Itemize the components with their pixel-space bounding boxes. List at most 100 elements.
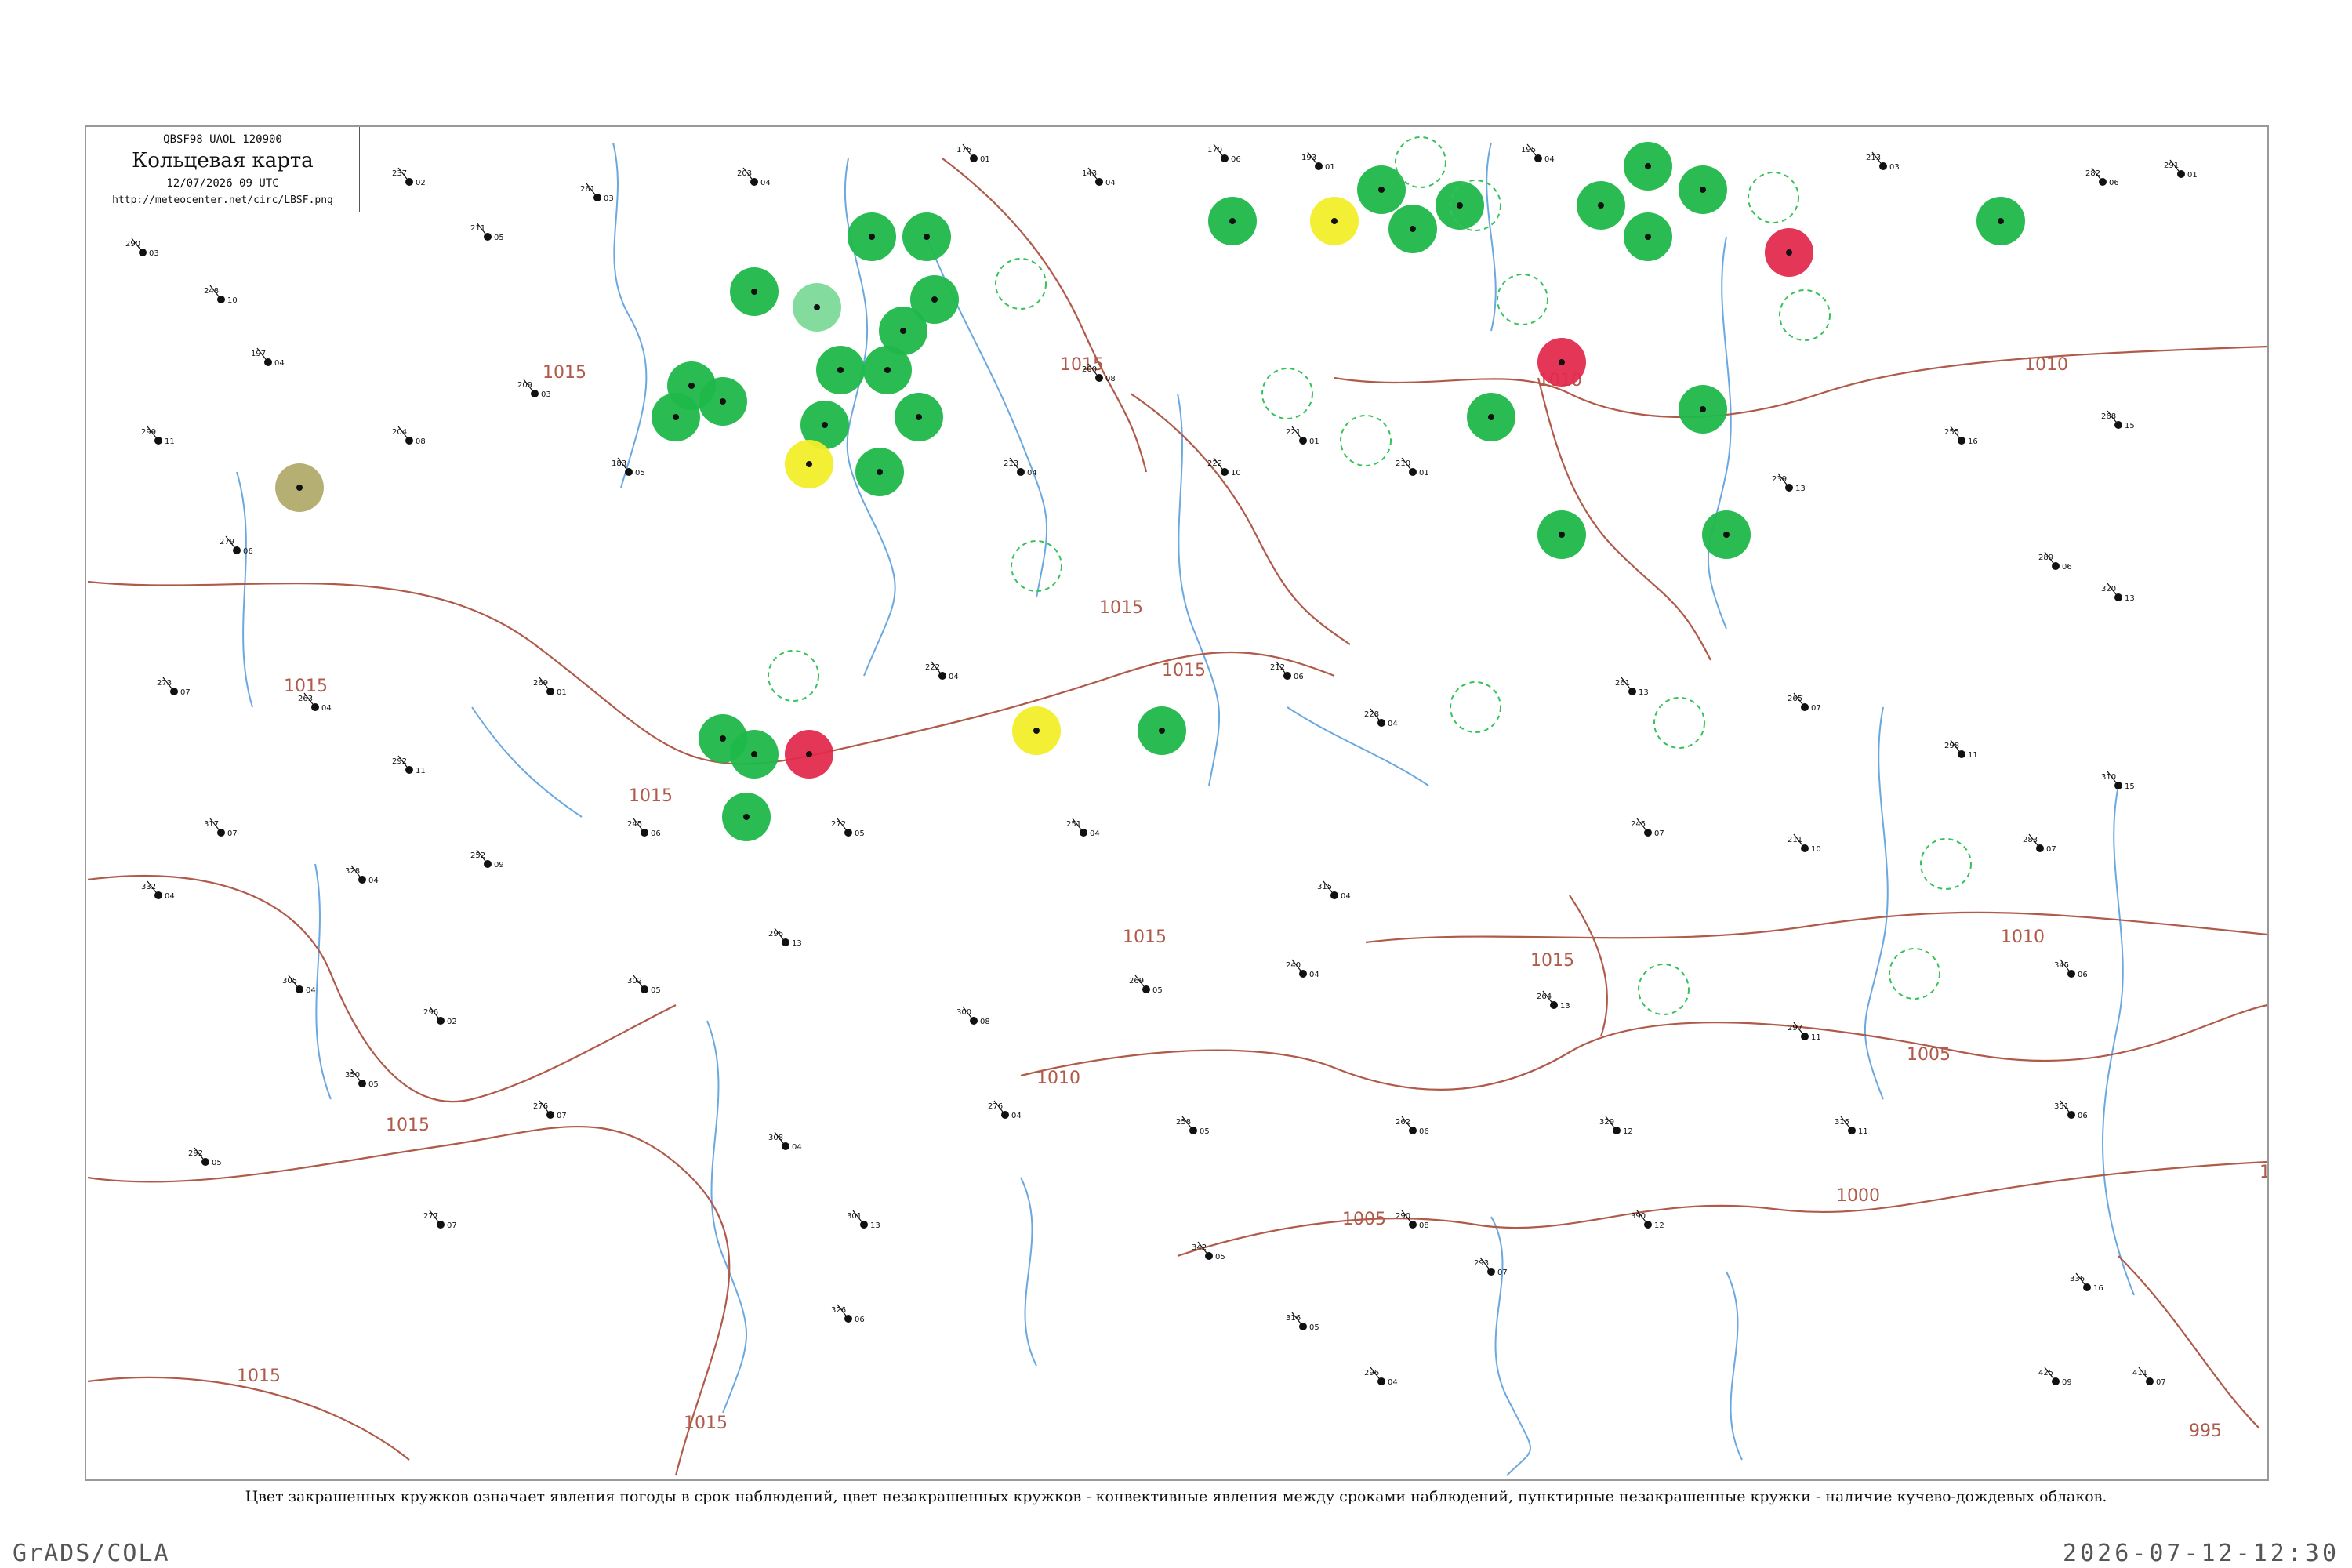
station-plot[interactable]: 221 01 bbox=[1286, 426, 1319, 446]
station-plot[interactable]: 282 06 bbox=[2085, 167, 2119, 187]
station-plot[interactable]: 277 07 bbox=[423, 1210, 457, 1230]
station-plot[interactable]: 204 08 bbox=[392, 426, 426, 446]
cb-cloud-ring bbox=[1920, 838, 1972, 890]
station-plot[interactable]: 239 13 bbox=[1772, 473, 1806, 493]
station-plot[interactable]: 290 03 bbox=[125, 238, 159, 258]
station-plot[interactable]: 317 07 bbox=[204, 818, 238, 838]
station-plot[interactable]: 262 06 bbox=[1396, 1116, 1429, 1136]
station-plot[interactable]: 297 11 bbox=[1788, 1022, 1821, 1042]
station-tendency: 06 bbox=[651, 829, 661, 838]
station-plot[interactable]: 390 12 bbox=[1631, 1210, 1664, 1230]
station-plot[interactable]: 272 05 bbox=[831, 818, 865, 838]
station-plot[interactable]: 237 02 bbox=[392, 167, 426, 187]
isobar bbox=[1020, 1004, 2267, 1091]
station-plot[interactable]: 245 06 bbox=[627, 818, 661, 838]
station-plot[interactable]: 326 06 bbox=[831, 1304, 865, 1324]
station-plot[interactable]: 290 08 bbox=[1396, 1210, 1429, 1230]
station-plot[interactable]: 332 04 bbox=[141, 880, 175, 901]
weather-circle-center bbox=[1998, 218, 2004, 224]
station-plot[interactable]: 342 05 bbox=[1192, 1241, 1225, 1261]
station-plot[interactable]: 222 04 bbox=[925, 661, 959, 681]
river bbox=[1490, 1216, 1531, 1476]
station-plot[interactable]: 261 03 bbox=[580, 183, 614, 203]
station-plot[interactable]: 336 16 bbox=[2070, 1272, 2103, 1293]
station-plot[interactable]: 296 13 bbox=[768, 927, 802, 948]
station-plot[interactable]: 289 06 bbox=[2038, 551, 2072, 572]
station-plot[interactable]: 176 01 bbox=[956, 143, 990, 164]
synoptic-map[interactable]: 1015101510151015101510151015101510151015… bbox=[86, 127, 2267, 1479]
station-plot[interactable]: 298 11 bbox=[1944, 739, 1978, 760]
station-plot[interactable]: 301 13 bbox=[847, 1210, 880, 1230]
station-plot[interactable]: 315 11 bbox=[1835, 1116, 1868, 1136]
station-plot[interactable]: 329 12 bbox=[1599, 1116, 1633, 1136]
station-plot[interactable]: 240 04 bbox=[1286, 959, 1319, 979]
station-plot[interactable]: 212 06 bbox=[1270, 661, 1304, 681]
station-plot[interactable]: 211 05 bbox=[470, 222, 504, 242]
station-plot[interactable]: 302 05 bbox=[627, 975, 661, 995]
station-plot[interactable]: 296 02 bbox=[423, 1006, 457, 1026]
station-plot[interactable]: 283 07 bbox=[2023, 833, 2056, 854]
cb-cloud-ring bbox=[995, 258, 1047, 310]
weather-circle-center bbox=[751, 289, 757, 295]
station-plot[interactable]: 228 04 bbox=[1364, 708, 1398, 728]
station-plot[interactable]: 255 16 bbox=[1944, 426, 1978, 446]
station-plot[interactable]: 170 06 bbox=[1207, 143, 1241, 164]
station-plot[interactable]: 273 07 bbox=[157, 677, 191, 697]
isobars bbox=[87, 158, 2267, 1476]
isobar-label: 1015 bbox=[629, 786, 673, 806]
station-plot[interactable]: 425 09 bbox=[2038, 1367, 2072, 1387]
station-plot[interactable]: 210 01 bbox=[1396, 457, 1429, 477]
station-plot[interactable]: 269 01 bbox=[533, 677, 567, 697]
station-plot[interactable]: 276 04 bbox=[988, 1100, 1022, 1120]
station-plot[interactable]: 211 10 bbox=[1788, 833, 1821, 854]
station-plot[interactable]: 316 05 bbox=[1286, 1312, 1319, 1332]
station-pressure: 222 bbox=[925, 663, 940, 672]
station-plot[interactable]: 350 05 bbox=[345, 1069, 379, 1089]
station-plot[interactable]: 279 06 bbox=[220, 535, 253, 556]
station-tendency: 05 bbox=[368, 1080, 379, 1089]
map-frame[interactable]: 1015 1015 1015 1015 1015 1015 1015 1015 1015 1015… bbox=[85, 125, 2269, 1481]
station-plot[interactable]: 315 04 bbox=[1317, 880, 1351, 901]
station-plot[interactable]: 299 11 bbox=[141, 426, 175, 446]
station-plot[interactable]: 305 04 bbox=[282, 975, 316, 995]
station-plot[interactable]: 251 04 bbox=[1066, 818, 1100, 838]
station-plot[interactable]: 268 15 bbox=[2101, 410, 2135, 430]
source-url[interactable]: http://meteocenter.net/circ/LBSF.png bbox=[86, 194, 359, 206]
station-plot[interactable]: 269 05 bbox=[1129, 975, 1163, 995]
station-plot[interactable]: 276 07 bbox=[533, 1100, 567, 1120]
station-plot[interactable]: 264 13 bbox=[1537, 990, 1570, 1011]
station-pressure: 283 bbox=[2023, 836, 2038, 844]
station-plot[interactable]: 296 04 bbox=[1364, 1367, 1398, 1387]
station-plot[interactable]: 265 07 bbox=[1788, 692, 1821, 713]
station-tendency: 04 bbox=[1309, 971, 1319, 979]
weather-circle-center bbox=[916, 414, 922, 420]
station-plot[interactable]: 197 04 bbox=[251, 347, 285, 368]
station-plot[interactable]: 193 01 bbox=[1301, 151, 1335, 172]
station-tendency: 09 bbox=[494, 861, 504, 869]
station-plot[interactable]: 300 08 bbox=[956, 1006, 990, 1026]
station-plot[interactable]: 292 05 bbox=[188, 1147, 222, 1167]
station-plot[interactable]: 320 13 bbox=[2101, 583, 2135, 603]
station-plot[interactable]: 261 13 bbox=[1615, 677, 1649, 697]
station-plot[interactable]: 203 04 bbox=[737, 167, 771, 187]
station-plot[interactable]: 328 04 bbox=[345, 865, 379, 885]
cb-cloud-ring bbox=[1638, 964, 1690, 1015]
station-plot[interactable]: 252 09 bbox=[470, 849, 504, 869]
station-plot[interactable]: 292 11 bbox=[392, 755, 426, 775]
station-plot[interactable]: 411 07 bbox=[2132, 1367, 2166, 1387]
station-plot[interactable]: 291 01 bbox=[2164, 159, 2198, 180]
station-plot[interactable]: 222 10 bbox=[1207, 457, 1241, 477]
station-plot[interactable]: 195 04 bbox=[1521, 143, 1555, 164]
station-plot[interactable]: 143 04 bbox=[1082, 167, 1116, 187]
station-plot[interactable]: 308 04 bbox=[768, 1131, 802, 1152]
station-tendency: 07 bbox=[1811, 704, 1821, 713]
station-plot[interactable]: 345 06 bbox=[2054, 959, 2088, 979]
weather-circles bbox=[275, 136, 2025, 1015]
station-plot[interactable]: 310 15 bbox=[2101, 771, 2135, 791]
station-plot[interactable]: 245 07 bbox=[1631, 818, 1664, 838]
station-plot[interactable]: 248 10 bbox=[204, 285, 238, 305]
station-tendency: 06 bbox=[2078, 971, 2088, 979]
station-plot[interactable]: 258 05 bbox=[1176, 1116, 1210, 1136]
station-plot[interactable]: 351 06 bbox=[2054, 1100, 2088, 1120]
station-plot[interactable]: 213 03 bbox=[1866, 151, 1900, 172]
